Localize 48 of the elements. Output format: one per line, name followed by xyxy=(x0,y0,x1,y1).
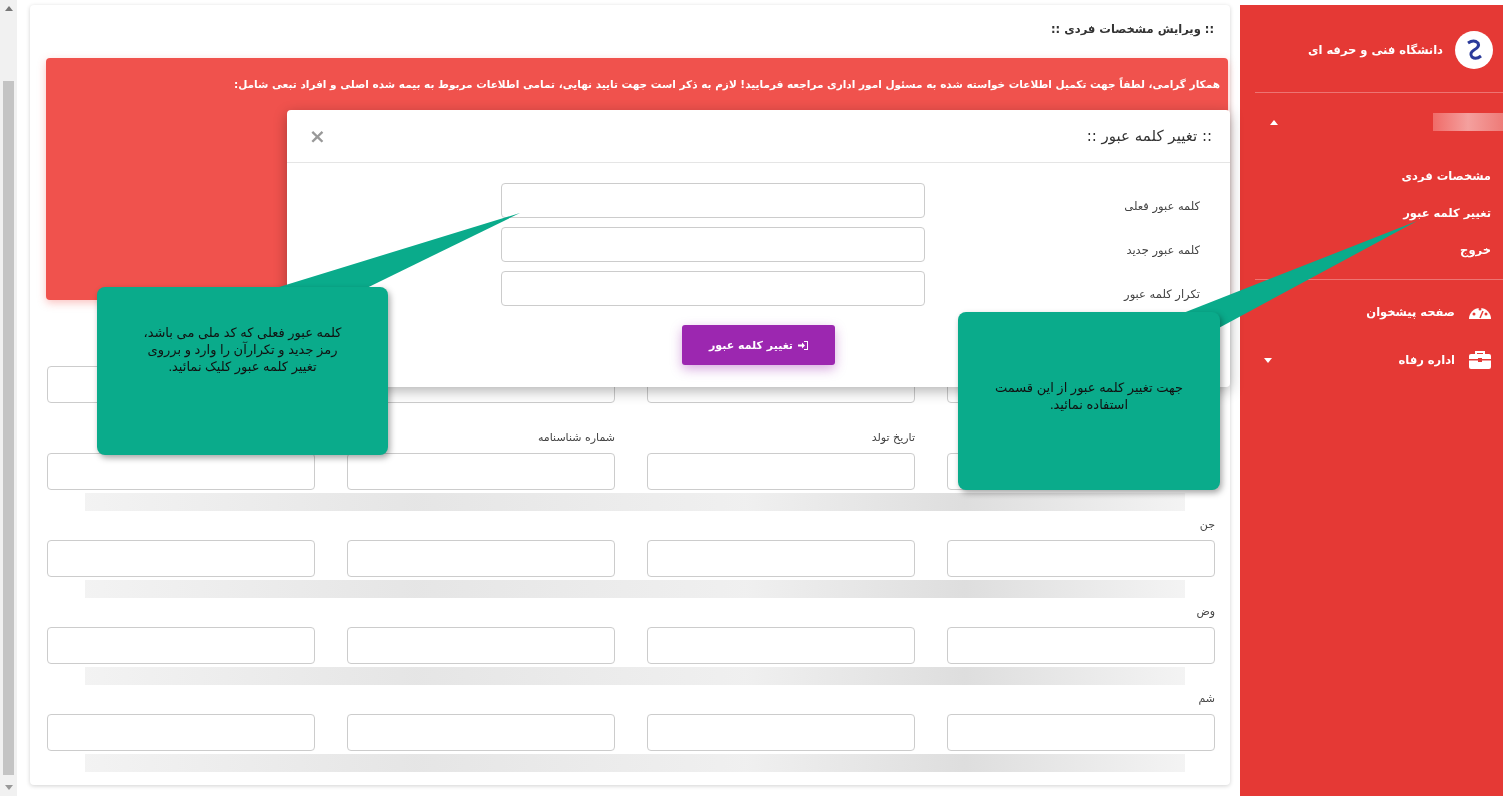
briefcase-icon xyxy=(1469,351,1491,369)
input-field[interactable] xyxy=(47,714,315,751)
input-field[interactable] xyxy=(647,540,915,577)
dialog-title: :: تغییر کلمه عبور :: xyxy=(1086,127,1212,145)
callout-tooltip: جهت تغییر کلمه عبور از این قسمت استفاده نمائید. xyxy=(958,312,1220,490)
input-field[interactable] xyxy=(647,714,915,751)
scrollbar[interactable] xyxy=(0,0,17,796)
close-button[interactable]: × xyxy=(305,124,330,148)
field-label: شماره شناسنامه xyxy=(537,431,615,444)
menu-link[interactable]: تغییر کلمه عبور xyxy=(1403,206,1491,220)
input-field[interactable] xyxy=(47,453,315,490)
menu-link[interactable]: مشخصات فردی xyxy=(1401,169,1491,183)
logo-icon xyxy=(1455,31,1493,69)
page-title: :: ویرایش مشخصات فردی :: xyxy=(1050,21,1215,39)
submit-button[interactable]: تغییر کلمه عبور xyxy=(682,325,835,365)
nav-item[interactable]: صفحه پیشخوان xyxy=(1240,294,1503,330)
field-label: وض xyxy=(1196,605,1215,618)
field-label: کلمه عبور جدید xyxy=(1125,242,1201,257)
input-field[interactable] xyxy=(47,627,315,664)
field-label: تکرار کلمه عبور xyxy=(1122,286,1201,301)
callout-tooltip: کلمه عبور فعلی که کد ملی می باشد، رمز جدید و تکرارآن را وارد و برروی تغییر کلمه عبور کلیک نمائید. xyxy=(97,287,388,455)
input-field[interactable] xyxy=(47,540,315,577)
password-field[interactable] xyxy=(501,182,925,218)
input-field[interactable] xyxy=(347,540,615,577)
nav-item[interactable]: اداره رفاه xyxy=(1240,342,1503,378)
menu-link[interactable]: خروج xyxy=(1460,243,1491,257)
field-label: تاریخ تولد xyxy=(871,431,915,444)
university-name: دانشگاه فنی و حرفه ای xyxy=(1307,43,1443,57)
caret-icon[interactable] xyxy=(1270,119,1278,125)
login-icon xyxy=(798,340,808,350)
input-field[interactable] xyxy=(947,714,1215,751)
password-field[interactable] xyxy=(501,226,925,262)
input-field[interactable] xyxy=(347,714,615,751)
password-field[interactable] xyxy=(501,270,925,306)
caret-icon[interactable] xyxy=(1264,357,1272,363)
field-label: کلمه عبور فعلی xyxy=(1123,198,1201,213)
input-field[interactable] xyxy=(647,627,915,664)
field-label: شم xyxy=(1198,692,1215,705)
field-label: جن xyxy=(1199,518,1215,531)
scroll-down-icon[interactable] xyxy=(4,785,13,790)
input-field[interactable] xyxy=(947,540,1215,577)
input-field[interactable] xyxy=(647,453,915,490)
input-field[interactable] xyxy=(347,453,615,490)
scroll-up-icon[interactable] xyxy=(4,6,13,11)
scrollbar-thumb[interactable] xyxy=(3,81,14,775)
input-field[interactable] xyxy=(347,627,615,664)
pixelated-redaction xyxy=(1433,113,1503,131)
input-field[interactable] xyxy=(947,627,1215,664)
